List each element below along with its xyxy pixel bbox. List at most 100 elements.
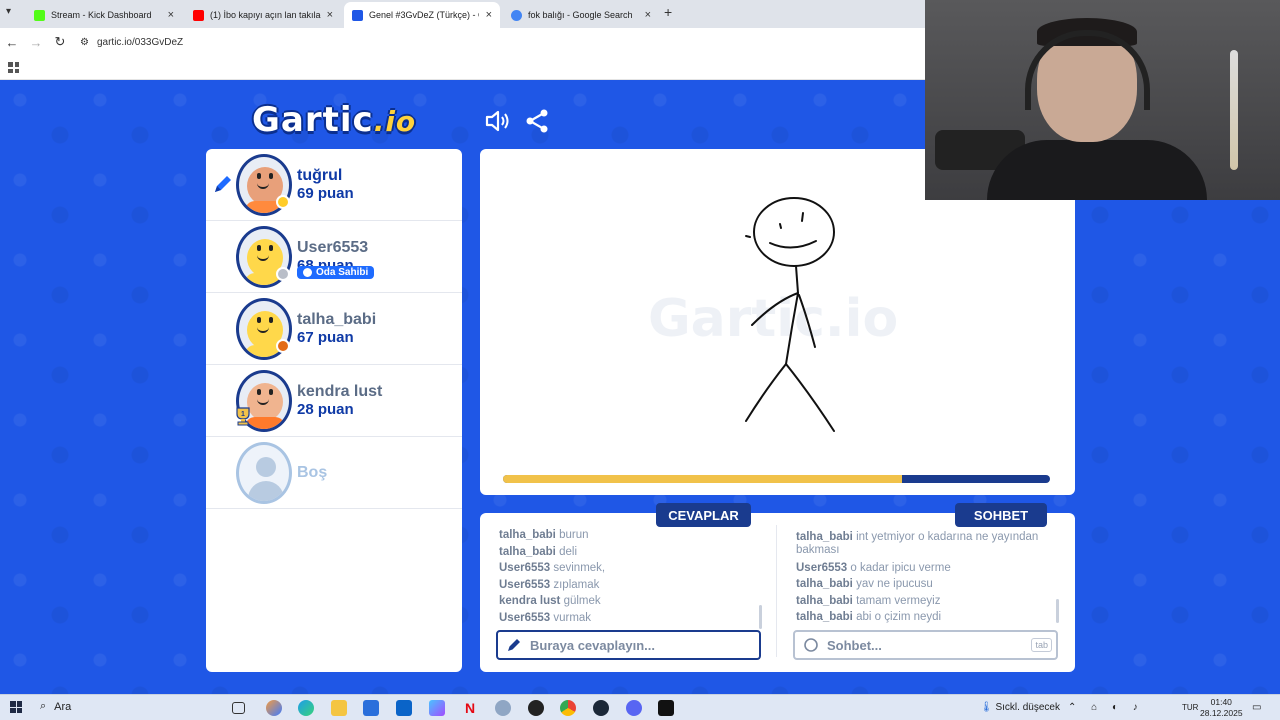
tab-title: (1) İbo kapıyı açın lan takılacaz <box>210 10 321 20</box>
answer-field[interactable] <box>496 630 761 660</box>
edge-icon[interactable] <box>298 700 314 716</box>
thermometer-icon: 🌡 <box>980 702 993 713</box>
language-indicator[interactable]: TUR <box>1182 703 1198 712</box>
settings-icon[interactable] <box>495 700 511 716</box>
player-row[interactable]: talha_babi 67 puan <box>206 293 462 365</box>
kick-favicon-icon <box>34 9 45 21</box>
status-dot <box>276 195 290 209</box>
taskbar-clock[interactable]: 01:40 28.12.2025 <box>1200 697 1243 719</box>
status-dot <box>276 339 290 353</box>
empty-slot[interactable]: Boş <box>206 437 462 509</box>
tab-list-chevron-icon[interactable]: ▾ <box>6 6 11 17</box>
ring-light <box>1230 50 1238 170</box>
list-item: kendra lust gülmek <box>499 595 601 607</box>
streamer-body <box>987 140 1207 200</box>
list-item: User6553 vurmak <box>499 611 592 624</box>
copilot-icon[interactable] <box>266 700 282 716</box>
obs-icon[interactable] <box>528 700 544 716</box>
weather-widget[interactable]: 🌡 Sıckl. düşecek <box>980 702 1060 713</box>
answers-scrollbar[interactable] <box>759 605 762 629</box>
round-timer-bar <box>503 475 1050 483</box>
windows-start-icon[interactable] <box>10 701 22 713</box>
browser-toolbar: ← → ↻ ⚙ gartic.io/033GvDeZ <box>0 28 925 56</box>
taskbar-search[interactable]: ⌕ Ara <box>40 700 71 713</box>
photos-icon[interactable] <box>429 700 445 716</box>
apps-grid-icon[interactable] <box>8 62 19 73</box>
player-name: User6553 <box>297 239 369 256</box>
netflix-icon[interactable]: N <box>462 700 478 716</box>
svg-text:1: 1 <box>241 411 245 418</box>
answers-list: talha_babi burun talha_babi deli User655… <box>499 527 759 626</box>
list-item: User6553 zıplamak <box>499 578 600 591</box>
list-item: talha_babi yav ne ipucusu <box>796 578 933 591</box>
trophy-icon: 1 <box>236 407 250 426</box>
close-icon[interactable]: × <box>486 9 492 21</box>
timer-fill <box>503 475 903 483</box>
system-tray[interactable]: ⌃ ⌂ ◐ ♪ <box>1068 702 1144 713</box>
drawing-canvas[interactable]: Gartic.io <box>480 149 1075 495</box>
tab-title: Genel #3GvDeZ (Türkçe) - Gartic <box>369 10 479 20</box>
player-name: kendra lust <box>297 383 383 400</box>
site-settings-icon[interactable]: ⚙ <box>80 37 89 48</box>
task-view-icon[interactable] <box>232 702 245 714</box>
steam-icon[interactable] <box>593 700 609 716</box>
reload-icon[interactable]: ↻ <box>48 34 72 50</box>
empty-avatar-icon <box>236 442 292 504</box>
tab-chat[interactable]: SOHBET <box>955 503 1047 527</box>
list-item: talha_babi int yetmiyor o kadarına ne ya… <box>796 531 1039 556</box>
google-favicon-icon <box>511 9 522 21</box>
close-icon[interactable]: × <box>645 9 651 21</box>
pencil-icon <box>215 176 231 192</box>
chat-list: talha_babi int yetmiyor o kadarına ne ya… <box>796 531 1051 625</box>
list-item: talha_babi abi o çizim neydi <box>796 610 942 623</box>
share-icon[interactable] <box>524 108 550 134</box>
player-score: 67 puan <box>297 329 354 346</box>
address-bar[interactable]: ⚙ gartic.io/033GvDeZ <box>80 37 183 48</box>
new-tab-button[interactable]: + <box>664 4 672 20</box>
tab-kick[interactable]: Stream - Kick Dashboard × <box>26 2 182 28</box>
tab-youtube[interactable]: (1) İbo kapıyı açın lan takılacaz × <box>185 2 341 28</box>
panel-divider <box>776 525 777 657</box>
chat-bubble-icon <box>804 638 818 652</box>
chat-scrollbar[interactable] <box>1056 599 1059 623</box>
tab-answers[interactable]: CEVAPLAR <box>656 503 751 527</box>
gartic-favicon-icon <box>352 9 363 21</box>
folder-icon[interactable] <box>331 700 347 716</box>
pencil-icon <box>508 639 520 651</box>
chat-input[interactable] <box>825 636 1035 654</box>
youtube-favicon-icon <box>193 9 204 21</box>
search-icon: ⌕ <box>40 700 47 712</box>
player-row[interactable]: 1 kendra lust 28 puan <box>206 365 462 437</box>
player-row[interactable]: User6553 68 puan <box>206 221 462 293</box>
answer-input[interactable] <box>528 636 738 654</box>
owner-icon <box>303 268 312 277</box>
player-score: 28 puan <box>297 401 354 418</box>
answers-chat-panel: talha_babi burun talha_babi deli User655… <box>480 513 1075 672</box>
forward-arrow-icon[interactable]: → <box>24 35 48 50</box>
discord-icon[interactable] <box>626 700 642 716</box>
list-item: talha_babi deli <box>499 545 577 558</box>
outlook-icon[interactable] <box>396 700 412 716</box>
close-icon[interactable]: × <box>168 9 174 21</box>
tab-key-hint: tab <box>1031 638 1052 652</box>
tab-title: fok balığı - Google Search <box>528 10 633 20</box>
gartic-logo: Gartic.io <box>252 100 417 140</box>
empty-slot-label: Boş <box>297 464 328 481</box>
player-name: tuğrul <box>297 167 343 184</box>
chat-field[interactable]: tab <box>793 630 1058 660</box>
webcam-overlay <box>925 0 1280 200</box>
chrome-icon[interactable] <box>560 700 576 716</box>
speaker-icon[interactable] <box>484 108 510 134</box>
close-icon[interactable]: × <box>327 9 333 21</box>
bookmarks-bar <box>0 56 925 80</box>
store-icon[interactable] <box>363 700 379 716</box>
epic-games-icon[interactable] <box>658 700 674 716</box>
player-row[interactable]: tuğrul 69 puan <box>206 149 462 221</box>
tab-google[interactable]: fok balığı - Google Search × <box>503 2 659 28</box>
back-arrow-icon[interactable]: ← <box>0 35 24 50</box>
notification-icon[interactable]: ▭ <box>1252 702 1261 713</box>
list-item: talha_babi tamam vermeyiz <box>796 594 941 607</box>
tab-gartic[interactable]: Genel #3GvDeZ (Türkçe) - Gartic × <box>344 2 500 28</box>
tab-title: Stream - Kick Dashboard <box>51 10 152 20</box>
players-panel: tuğrul 69 puan User6553 68 puan talha_ba… <box>206 149 462 672</box>
